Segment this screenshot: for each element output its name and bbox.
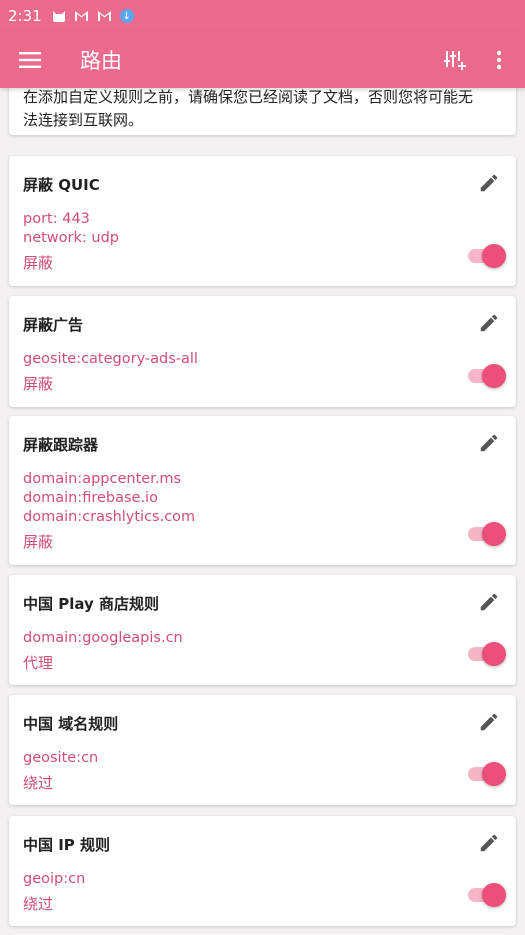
rule-toggle[interactable] <box>468 883 506 907</box>
edit-icon[interactable] <box>476 430 502 456</box>
rule-details: port: 443 network: udp 屏蔽 <box>23 210 119 273</box>
rule-action: 屏蔽 <box>23 254 54 272</box>
rule-title: 中国 域名规则 <box>23 715 119 733</box>
rule-action: 绕过 <box>23 895 54 913</box>
rule-line: port: 443 <box>23 211 90 227</box>
rule-toggle[interactable] <box>468 364 506 388</box>
app-bar: 路由 <box>0 32 525 88</box>
edit-icon[interactable] <box>476 830 502 856</box>
rule-card-cn-ip[interactable]: 中国 IP 规则 geoip:cn 绕过 <box>9 816 516 926</box>
notice-card: 在添加自定义规则之前，请确保您已经阅读了文档，否则您将可能无 法连接到互联网。 <box>9 88 516 135</box>
rule-card-block-quic[interactable]: 屏蔽 QUIC port: 443 network: udp 屏蔽 <box>9 156 516 286</box>
rule-line: domain:appcenter.ms <box>23 471 182 487</box>
gmail-icon <box>74 10 89 22</box>
rule-line: domain:googleapis.cn <box>23 630 183 646</box>
edit-icon[interactable] <box>476 589 502 615</box>
cat-icon <box>52 10 66 23</box>
more-vert-icon[interactable] <box>477 32 521 88</box>
hamburger-icon[interactable] <box>0 32 60 88</box>
rule-action: 绕过 <box>23 774 54 792</box>
edit-icon[interactable] <box>476 310 502 336</box>
rule-action: 代理 <box>23 654 54 672</box>
rule-line: geoip:cn <box>23 871 86 887</box>
rule-toggle[interactable] <box>468 522 506 546</box>
rule-toggle[interactable] <box>468 244 506 268</box>
rules-list[interactable]: 在添加自定义规则之前，请确保您已经阅读了文档，否则您将可能无 法连接到互联网。 … <box>0 88 525 935</box>
rule-card-block-trackers[interactable]: 屏蔽跟踪器 domain:appcenter.ms domain:firebas… <box>9 416 516 565</box>
rule-card-play-store[interactable]: 中国 Play 商店规则 domain:googleapis.cn 代理 <box>9 575 516 685</box>
rule-details: domain:googleapis.cn 代理 <box>23 629 183 673</box>
notice-text-line2: 法连接到互联网。 <box>23 111 144 129</box>
status-time: 2:31 <box>8 7 42 25</box>
rule-card-block-ads[interactable]: 屏蔽广告 geosite:category-ads-all 屏蔽 <box>9 296 516 407</box>
page-title: 路由 <box>80 49 122 73</box>
rule-title: 屏蔽 QUIC <box>23 176 100 194</box>
rule-title: 中国 IP 规则 <box>23 836 111 854</box>
rule-details: geosite:cn 绕过 <box>23 749 98 793</box>
rule-line: geosite:cn <box>23 750 99 766</box>
edit-icon[interactable] <box>476 170 502 196</box>
rule-action: 屏蔽 <box>23 533 54 551</box>
rule-toggle[interactable] <box>468 762 506 786</box>
rule-title: 屏蔽跟踪器 <box>23 436 99 454</box>
rule-details: geosite:category-ads-all 屏蔽 <box>23 350 198 394</box>
edit-icon[interactable] <box>476 709 502 735</box>
status-bar: 2:31 ↓ <box>0 0 525 32</box>
rule-toggle[interactable] <box>468 642 506 666</box>
rule-card-cn-domain[interactable]: 中国 域名规则 geosite:cn 绕过 <box>9 695 516 805</box>
rule-line: network: udp <box>23 230 119 246</box>
notice-text-line1: 在添加自定义规则之前，请确保您已经阅读了文档，否则您将可能无 <box>23 88 474 106</box>
rule-line: domain:firebase.io <box>23 490 158 506</box>
rule-title: 中国 Play 商店规则 <box>23 595 160 613</box>
rule-line: domain:crashlytics.com <box>23 509 196 525</box>
add-rule-icon[interactable] <box>433 32 477 88</box>
rule-title: 屏蔽广告 <box>23 316 84 334</box>
download-icon: ↓ <box>119 9 134 23</box>
rule-details: geoip:cn 绕过 <box>23 870 85 914</box>
gmail-icon <box>97 10 112 22</box>
rule-line: geosite:category-ads-all <box>23 351 198 367</box>
rule-action: 屏蔽 <box>23 375 54 393</box>
rule-details: domain:appcenter.ms domain:firebase.io d… <box>23 470 195 552</box>
